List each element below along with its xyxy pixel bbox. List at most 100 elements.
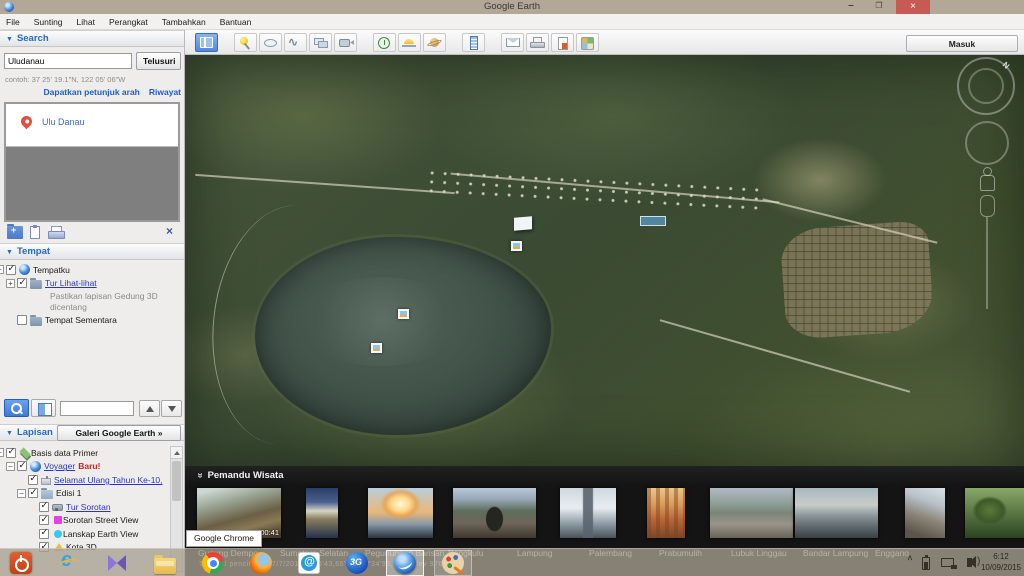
- add-polygon-icon[interactable]: [259, 33, 282, 52]
- clear-results-icon[interactable]: [166, 226, 182, 239]
- menu-lihat[interactable]: Lihat: [77, 17, 95, 27]
- places-filter-input[interactable]: [60, 401, 134, 416]
- save-image-icon[interactable]: [551, 33, 574, 52]
- network-icon[interactable]: [941, 558, 954, 567]
- planets-icon[interactable]: [423, 33, 446, 52]
- email-icon[interactable]: [501, 33, 524, 52]
- tree-item-tur-lihat-lihat[interactable]: + Tur Lihat-lihat: [0, 277, 184, 291]
- collapse-chevrons-icon[interactable]: [194, 473, 205, 479]
- tree-checkbox[interactable]: [17, 315, 27, 325]
- google-chrome-icon[interactable]: [194, 550, 232, 576]
- restore-button[interactable]: [868, 0, 890, 14]
- tree-checkbox[interactable]: [28, 488, 38, 498]
- tree-checkbox[interactable]: [17, 278, 27, 288]
- tree-expander-icon[interactable]: +: [6, 279, 15, 288]
- tree-item-tempatku[interactable]: − Tempatku: [0, 263, 184, 277]
- search-panel-header[interactable]: Search: [0, 30, 184, 47]
- tray-expand-icon[interactable]: [908, 553, 912, 562]
- tree-checkbox[interactable]: [6, 265, 16, 275]
- history-link[interactable]: Riwayat: [149, 87, 181, 97]
- toggle-pane-button[interactable]: [31, 399, 56, 417]
- search-input[interactable]: [4, 53, 132, 69]
- scroll-up-icon[interactable]: [171, 447, 182, 459]
- menu-bantuan[interactable]: Bantuan: [220, 17, 252, 27]
- menu-file[interactable]: File: [6, 17, 20, 27]
- tree-checkbox[interactable]: [39, 502, 49, 512]
- search-places-button[interactable]: [4, 399, 29, 417]
- search-button[interactable]: Telusuri: [136, 52, 181, 70]
- tree-checkbox[interactable]: [39, 515, 49, 525]
- tree-item-tempat-sementara[interactable]: Tempat Sementara: [0, 313, 184, 327]
- layer-basis-data-primer[interactable]: − Basis data Primer: [0, 446, 184, 460]
- layer-tur-sorotan[interactable]: Tur Sorotan: [0, 500, 184, 514]
- search-result-item[interactable]: Ulu Danau: [6, 104, 178, 147]
- google-earth-taskbar-icon[interactable]: [386, 550, 424, 576]
- copy-icon[interactable]: [30, 226, 40, 239]
- tree-expander-icon[interactable]: −: [0, 448, 4, 457]
- pegman-icon[interactable]: [979, 167, 995, 191]
- kmplayer-icon[interactable]: [98, 550, 136, 576]
- layer-sorotan-street-view[interactable]: Sorotan Street View: [0, 514, 184, 528]
- tour-guide-header[interactable]: Pemandu Wisata: [197, 470, 284, 481]
- add-image-overlay-icon[interactable]: [309, 33, 332, 52]
- thumbnail-river-weir[interactable]: [795, 488, 878, 538]
- add-path-icon[interactable]: [284, 33, 307, 52]
- layer-selamat-ulang-tahun[interactable]: Selamat Ulang Tahun Ke-10,: [0, 473, 184, 487]
- sunlight-icon[interactable]: [398, 33, 421, 52]
- scrollbar-thumb[interactable]: [172, 461, 181, 501]
- layer-lanskap-earth-view[interactable]: Lanskap Earth View: [0, 527, 184, 541]
- ruler-icon[interactable]: [462, 33, 485, 52]
- battery-icon[interactable]: [922, 557, 930, 570]
- menu-tambahkan[interactable]: Tambahkan: [162, 17, 206, 27]
- minimize-button[interactable]: [840, 0, 862, 14]
- map-viewport[interactable]: N: [185, 55, 1024, 466]
- menu-perangkat[interactable]: Perangkat: [109, 17, 148, 27]
- add-placemark-icon[interactable]: [234, 33, 257, 52]
- close-button[interactable]: [896, 0, 930, 14]
- billboard-marker[interactable]: [514, 216, 532, 231]
- login-button[interactable]: Masuk: [906, 35, 1018, 52]
- thumbnail-hotel-building[interactable]: [905, 488, 945, 538]
- save-to-places-icon[interactable]: [7, 226, 23, 239]
- thumbnail-street-scene[interactable]: [710, 488, 793, 538]
- places-panel-header[interactable]: Tempat: [0, 243, 184, 260]
- tree-expander-icon[interactable]: −: [17, 489, 26, 498]
- thumbnail-mosque-tower[interactable]: [306, 488, 338, 538]
- menu-sunting[interactable]: Sunting: [34, 17, 63, 27]
- speaker-icon[interactable]: [967, 558, 972, 567]
- tree-checkbox[interactable]: [17, 461, 27, 471]
- move-up-button[interactable]: [139, 400, 160, 417]
- tree-checkbox[interactable]: [6, 448, 16, 458]
- thumbnail-lighthouse[interactable]: [560, 488, 616, 538]
- power-button-icon[interactable]: [2, 550, 40, 576]
- thumbnail-sunrise-clouds[interactable]: [368, 488, 433, 538]
- file-explorer-icon[interactable]: [146, 550, 184, 576]
- sidebar-toggle-icon[interactable]: [195, 33, 218, 52]
- photo-marker[interactable]: [398, 309, 409, 319]
- tree-checkbox[interactable]: [39, 529, 49, 539]
- earth-gallery-button[interactable]: Galeri Google Earth »: [57, 425, 181, 441]
- move-down-button[interactable]: [161, 400, 182, 417]
- directions-link[interactable]: Dapatkan petunjuk arah: [44, 87, 140, 97]
- thumbnail-palm-trees[interactable]: [965, 488, 1024, 538]
- layer-voyager[interactable]: − Voyager Baru!: [0, 460, 184, 474]
- look-joystick[interactable]: [965, 121, 1009, 165]
- zoom-slider[interactable]: [980, 195, 994, 310]
- thumbnail-ornate-temple[interactable]: [647, 488, 685, 538]
- photo-marker[interactable]: [511, 241, 522, 251]
- tree-checkbox[interactable]: [28, 475, 38, 485]
- download-manager-icon[interactable]: [290, 550, 328, 576]
- tree-expander-icon[interactable]: −: [0, 265, 4, 274]
- paint-app-icon[interactable]: [434, 550, 472, 576]
- print-icon[interactable]: [526, 33, 549, 52]
- 3g-modem-icon[interactable]: [338, 550, 376, 576]
- historical-imagery-icon[interactable]: [373, 33, 396, 52]
- clock[interactable]: 6:12 10/09/2015: [981, 551, 1021, 573]
- print-result-icon[interactable]: [48, 226, 64, 239]
- tree-expander-icon[interactable]: −: [6, 462, 15, 471]
- firefox-icon[interactable]: [242, 550, 280, 576]
- photo-marker[interactable]: [371, 343, 382, 353]
- internet-explorer-icon[interactable]: [50, 550, 88, 576]
- thumbnail-fort-gate[interactable]: [453, 488, 536, 538]
- view-in-google-maps-icon[interactable]: [576, 33, 599, 52]
